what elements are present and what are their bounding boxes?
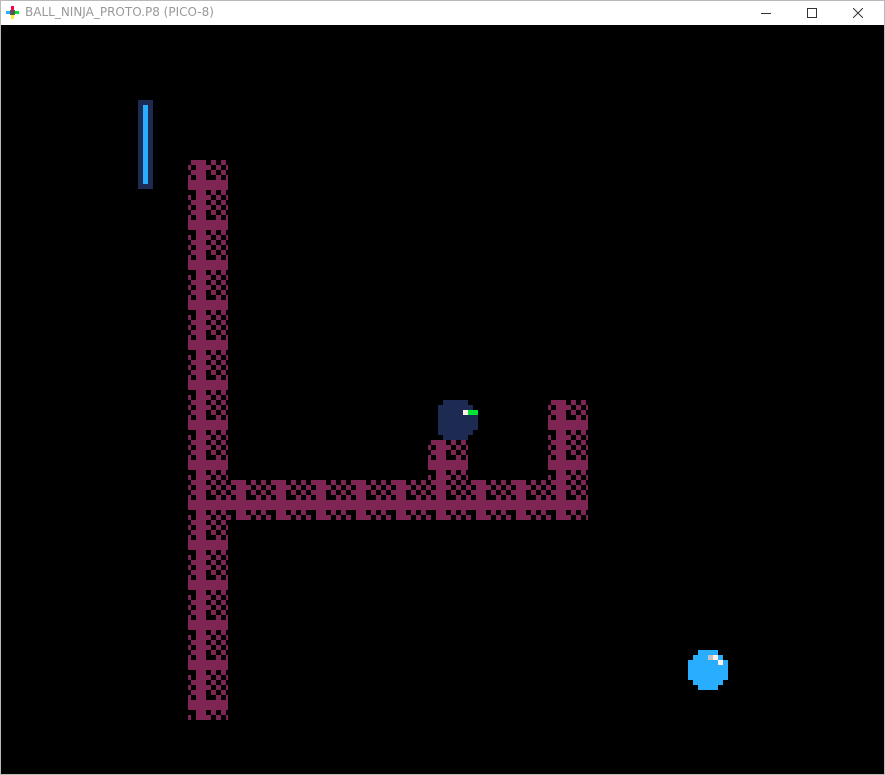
game-scene (138, 100, 728, 720)
pico8-icon (6, 6, 19, 19)
ninja-eye (463, 410, 468, 415)
ninja-ball (438, 400, 478, 440)
close-button[interactable] (835, 1, 881, 25)
pico8-window: BALL_NINJA_PROTO.P8 (PICO-8) (0, 0, 885, 775)
close-icon (853, 8, 863, 18)
wall-step-block (428, 440, 468, 480)
ninja-eye (473, 410, 478, 415)
maximize-button[interactable] (789, 1, 835, 25)
wall-structure (188, 160, 588, 720)
minimize-button[interactable] (743, 1, 789, 25)
maximize-icon (807, 8, 817, 18)
game-canvas[interactable] (1, 25, 884, 774)
wall-column (188, 160, 228, 720)
wall-floor (228, 480, 588, 520)
minimize-icon (761, 13, 771, 14)
power-gauge (138, 100, 153, 189)
ninja-eye (468, 410, 473, 415)
window-title: BALL_NINJA_PROTO.P8 (PICO-8) (25, 5, 214, 19)
title-bar[interactable]: BALL_NINJA_PROTO.P8 (PICO-8) (1, 1, 884, 25)
blue-ball (688, 650, 728, 690)
wall-right-pillar (548, 400, 588, 480)
